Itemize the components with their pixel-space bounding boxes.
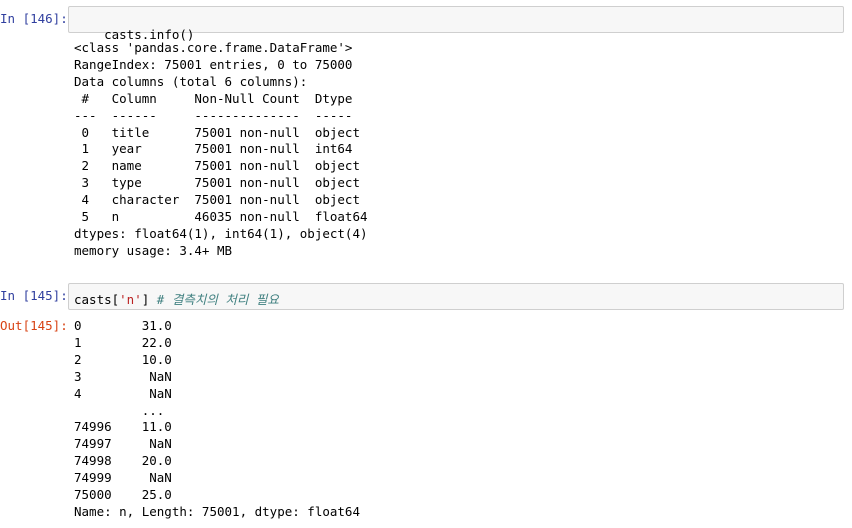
output-line: memory usage: 3.4+ MB	[74, 242, 233, 258]
input-prompt: In [145]:	[0, 288, 68, 303]
output-line: 0 31.0	[74, 318, 172, 333]
output-line: Data columns (total 6 columns):	[74, 73, 308, 89]
output-line: 74996 11.0	[74, 419, 172, 435]
output-prompt: Out[145]:	[0, 318, 68, 333]
output-line: 1 22.0	[74, 334, 172, 350]
output-line: 74997 NaN	[74, 436, 172, 452]
output-line: 2 name 75001 non-null object	[74, 158, 368, 174]
output-line: 3 type 75001 non-null object	[74, 175, 368, 191]
output-line: 2 10.0	[74, 351, 172, 367]
cell-output: 0 31.0 1 22.0 2 10.0 3 NaN 4 NaN ... 74996 1…	[74, 318, 360, 521]
output-line: 3 NaN	[74, 368, 172, 384]
output-line: 1 year 75001 non-null int64	[74, 141, 368, 157]
output-line: # Column Non-Null Count Dtype	[74, 90, 368, 106]
output-line: 0 title 75001 non-null object	[74, 124, 368, 140]
output-line: 5 n 46035 non-null float64	[74, 209, 368, 225]
output-line: dtypes: float64(1), int64(1), object(4)	[74, 225, 368, 241]
cell-output: <class 'pandas.core.frame.DataFrame'> Ran…	[74, 40, 368, 260]
output-line: Name: n, Length: 75001, dtype: float64	[74, 503, 360, 519]
output-line: <class 'pandas.core.frame.DataFrame'>	[74, 40, 353, 55]
output-line: 75000 25.0	[74, 487, 172, 503]
output-line: 74998 20.0	[74, 453, 172, 469]
code-comment: # 결측치의 처리 필요	[156, 292, 279, 307]
code-text: ]	[141, 292, 157, 307]
code-text: casts[	[74, 292, 120, 307]
output-line: RangeIndex: 75001 entries, 0 to 75000	[74, 56, 353, 72]
output-line: 4 NaN	[74, 385, 172, 401]
output-line: 4 character 75001 non-null object	[74, 192, 368, 208]
output-line: ...	[74, 402, 172, 418]
input-prompt: In [146]:	[0, 11, 68, 26]
output-line: --- ------ -------------- -----	[74, 107, 368, 123]
code-input[interactable]: casts['n'] # 결측치의 처리 필요	[68, 283, 844, 310]
code-string-literal: 'n'	[119, 292, 142, 307]
code-input[interactable]: casts.info()	[68, 6, 844, 42]
output-line: 74999 NaN	[74, 470, 172, 486]
